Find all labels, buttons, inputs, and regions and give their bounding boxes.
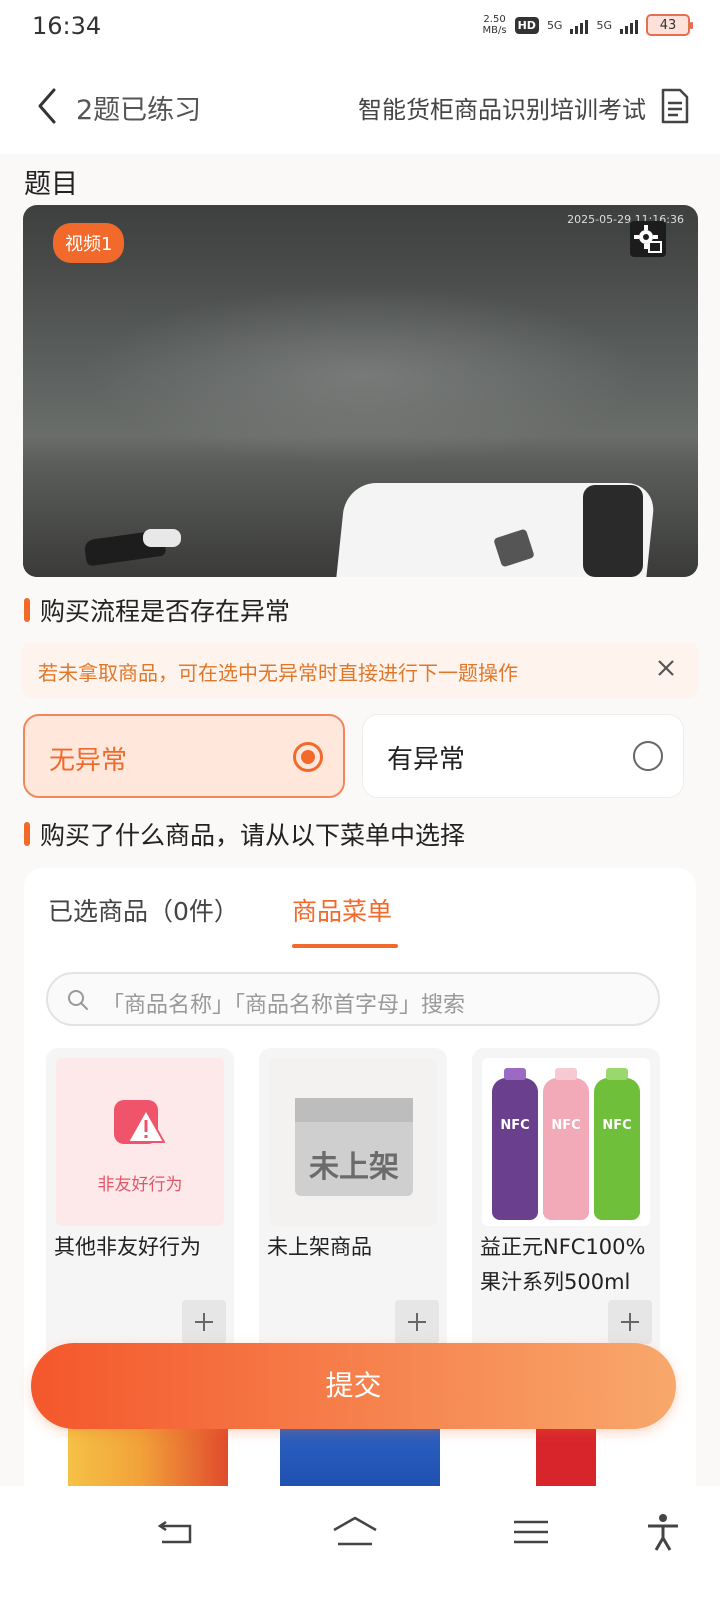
tab-selected-goods[interactable]: 已选商品（0件） bbox=[48, 892, 239, 928]
add-button[interactable] bbox=[395, 1300, 439, 1344]
goods-thumbnail: 未上架 bbox=[269, 1058, 437, 1226]
hd-voice-icon: HD bbox=[514, 16, 539, 34]
signal-icon bbox=[570, 16, 589, 34]
goods-name: 其他非友好行为 bbox=[54, 1235, 201, 1259]
warning-icon bbox=[114, 1100, 165, 1144]
search-input[interactable]: 「商品名称」「商品名称首字母」搜索 bbox=[46, 972, 660, 1026]
option-no-anomaly[interactable]: 无异常 bbox=[23, 714, 345, 798]
radio-selected-icon[interactable] bbox=[293, 742, 323, 772]
goods-card-unfriendly[interactable]: 非友好行为 其他非友好行为 bbox=[46, 1048, 234, 1368]
notice-banner: 若未拿取商品，可在选中无异常时直接进行下一题操作 bbox=[22, 642, 698, 698]
video-frame-blur bbox=[83, 285, 643, 465]
status-time: 16:34 bbox=[32, 12, 102, 40]
anomaly-question-label: 购买流程是否存在异常 bbox=[24, 592, 290, 628]
plus-icon bbox=[195, 1313, 213, 1331]
goods-name: 益正元NFC100%果汁系列500ml bbox=[480, 1235, 646, 1294]
add-button[interactable] bbox=[182, 1300, 226, 1344]
section-title: 题目 bbox=[24, 169, 78, 200]
add-button[interactable] bbox=[608, 1300, 652, 1344]
tab-goods-menu[interactable]: 商品菜单 bbox=[292, 892, 392, 928]
goods-question-label: 购买了什么商品，请从以下菜单中选择 bbox=[24, 816, 465, 852]
goods-thumbnail: 非友好行为 bbox=[56, 1058, 224, 1226]
nav-menu-icon[interactable] bbox=[508, 1512, 554, 1552]
app-header: 2题已练习 智能货柜商品识别培训考试 bbox=[0, 60, 720, 154]
practiced-count: 2题已练习 bbox=[76, 95, 202, 126]
video-timestamp: 2025-05-29 11:16:36 bbox=[567, 213, 684, 226]
status-bar: 16:34 2.50 MB/s HD 5G 5G 43 bbox=[0, 0, 720, 60]
label-accent-bar bbox=[24, 598, 30, 622]
label-accent-bar bbox=[24, 822, 30, 846]
video-badge[interactable]: 视频1 bbox=[53, 223, 125, 263]
video-player[interactable]: 视频1 2025-05-29 11:16:36 bbox=[23, 205, 698, 577]
plus-icon bbox=[621, 1313, 639, 1331]
active-tab-indicator bbox=[292, 944, 398, 948]
thumbnail-caption: 非友好行为 bbox=[97, 1175, 183, 1195]
status-icons: 2.50 MB/s HD 5G 5G 43 bbox=[482, 14, 693, 36]
search-icon bbox=[68, 990, 88, 1010]
nav-home-icon[interactable] bbox=[330, 1512, 380, 1552]
video-frame-bag-strap bbox=[583, 485, 643, 577]
system-nav-bar bbox=[0, 1486, 720, 1600]
goods-thumbnail: NFC NFC NFC bbox=[482, 1058, 650, 1226]
search-placeholder: 「商品名称」「商品名称首字母」搜索 bbox=[102, 993, 466, 1018]
gear-icon bbox=[634, 225, 662, 253]
signal-icon-2 bbox=[620, 16, 638, 34]
exam-title: 智能货柜商品识别培训考试 bbox=[358, 96, 646, 124]
option-has-anomaly[interactable]: 有异常 bbox=[362, 714, 684, 798]
submit-button[interactable]: 提交 bbox=[31, 1343, 676, 1429]
notice-text: 若未拿取商品，可在选中无异常时直接进行下一题操作 bbox=[38, 661, 518, 685]
goods-card-juice[interactable]: NFC NFC NFC 益正元NFC100%果汁系列500ml bbox=[472, 1048, 660, 1368]
option-label: 有异常 bbox=[387, 745, 466, 775]
back-arrow-icon[interactable] bbox=[30, 84, 70, 128]
video-frame-shoe-sole bbox=[143, 529, 181, 547]
battery-icon: 43 bbox=[646, 14, 693, 36]
goods-card-unlisted[interactable]: 未上架 未上架商品 bbox=[259, 1048, 447, 1368]
document-icon[interactable] bbox=[660, 88, 690, 124]
accessibility-icon[interactable] bbox=[640, 1512, 686, 1552]
net-speed: 2.50 MB/s bbox=[482, 14, 507, 36]
sim1-label: 5G bbox=[546, 18, 563, 32]
option-label: 无异常 bbox=[49, 746, 128, 776]
bottle-grape: NFC bbox=[492, 1068, 538, 1220]
bottle-peach: NFC bbox=[543, 1068, 589, 1220]
goods-name: 未上架商品 bbox=[267, 1235, 372, 1259]
bottle-apple: NFC bbox=[594, 1068, 640, 1220]
box-icon: 未上架 bbox=[295, 1098, 413, 1196]
radio-unselected-icon[interactable] bbox=[633, 741, 663, 771]
plus-icon bbox=[408, 1313, 426, 1331]
snapshot-gear-icon[interactable] bbox=[630, 221, 666, 257]
sim2-label: 5G bbox=[596, 18, 612, 32]
close-icon[interactable] bbox=[650, 652, 682, 684]
thumbnail-caption: 未上架 bbox=[309, 1150, 399, 1185]
nav-back-icon[interactable] bbox=[154, 1512, 200, 1552]
